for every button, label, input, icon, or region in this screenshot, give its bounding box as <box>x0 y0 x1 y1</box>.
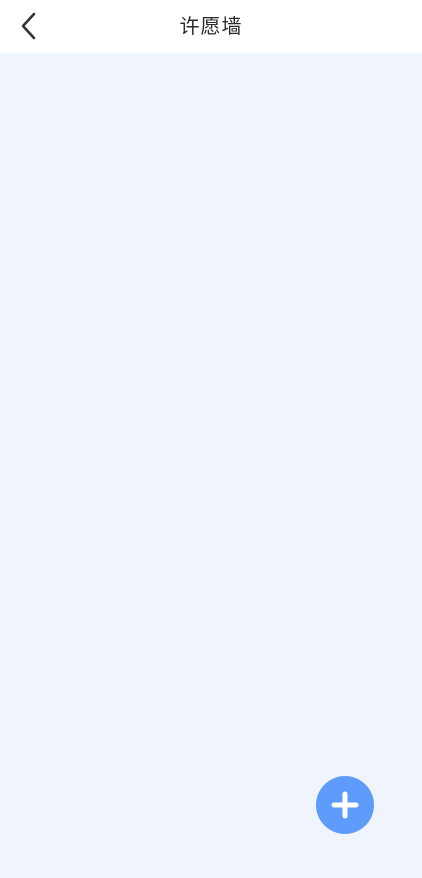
wish-wall-content[interactable] <box>0 53 422 878</box>
navigation-bar: 许愿墙 <box>0 0 422 53</box>
add-wish-button[interactable] <box>316 776 374 834</box>
back-button[interactable] <box>12 8 46 44</box>
wish-wall-screen: 许愿墙 <box>0 0 422 878</box>
plus-icon <box>331 791 359 819</box>
chevron-left-icon <box>21 12 36 40</box>
page-title: 许愿墙 <box>179 14 243 38</box>
